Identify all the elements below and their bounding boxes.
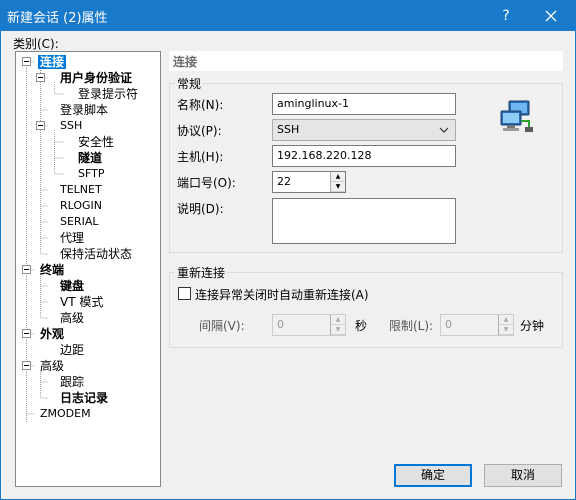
tree-item-sftp[interactable]: SFTP <box>78 167 104 181</box>
network-computers-icon <box>500 100 533 132</box>
tree-item-terminal[interactable]: 终端 <box>40 263 64 277</box>
collapse-toggle[interactable] <box>22 57 31 66</box>
general-group-title: 常规 <box>175 75 204 92</box>
cancel-button[interactable]: 取消 <box>484 464 562 487</box>
limit-input[interactable]: 0 ▲ ▼ <box>440 314 514 336</box>
window-title: 新建会话 (2)属性 <box>7 11 108 26</box>
protocol-label: 协议(P): <box>177 124 222 138</box>
tree-item-login-prompt[interactable]: 登录提示符 <box>78 87 138 101</box>
tree-item-margins[interactable]: 边距 <box>60 343 84 357</box>
properties-dialog: 新建会话 (2)属性 ? 类别(C): 连接 用户身份验证 登录提示符 登录脚本… <box>0 0 576 500</box>
tree-item-trace[interactable]: 跟踪 <box>60 375 84 389</box>
tree-item-keepalive[interactable]: 保持活动状态 <box>60 247 132 261</box>
auto-reconnect-label[interactable]: 连接异常关闭时自动重新连接(A) <box>195 286 369 303</box>
tree-item-keyboard[interactable]: 键盘 <box>60 279 84 293</box>
name-label: 名称(N): <box>177 98 224 112</box>
interval-label: 间隔(V): <box>199 319 245 333</box>
tree-item-ssh[interactable]: SSH <box>60 119 82 133</box>
host-input[interactable]: 192.168.220.128 <box>272 145 456 167</box>
help-button[interactable]: ? <box>489 4 523 28</box>
spin-up-icon[interactable]: ▲ <box>331 315 345 325</box>
interval-input[interactable]: 0 ▲ ▼ <box>272 314 346 336</box>
limit-label: 限制(L): <box>389 319 434 333</box>
description-textarea[interactable] <box>272 198 456 244</box>
collapse-toggle[interactable] <box>36 121 45 130</box>
host-label: 主机(H): <box>177 150 224 164</box>
interval-spinner[interactable]: ▲ ▼ <box>330 315 345 335</box>
tree-item-telnet[interactable]: TELNET <box>60 183 102 197</box>
port-label: 端口号(O): <box>177 176 236 190</box>
tree-item-security[interactable]: 安全性 <box>78 135 114 149</box>
title-bar: 新建会话 (2)属性 ? <box>1 1 575 31</box>
spin-up-icon[interactable]: ▲ <box>499 315 513 325</box>
tree-item-connection[interactable]: 连接 <box>38 55 67 69</box>
spin-down-icon[interactable]: ▼ <box>499 325 513 335</box>
tree-item-vt-mode[interactable]: VT 模式 <box>60 295 103 309</box>
description-label: 说明(D): <box>177 202 224 216</box>
protocol-value: SSH <box>277 123 300 136</box>
tree-item-serial[interactable]: SERIAL <box>60 215 98 229</box>
collapse-toggle[interactable] <box>36 73 45 82</box>
port-input[interactable]: 22 ▲ ▼ <box>272 171 346 193</box>
collapse-toggle[interactable] <box>22 329 31 338</box>
tree-item-rlogin[interactable]: RLOGIN <box>60 199 102 213</box>
tree-item-advanced[interactable]: 高级 <box>40 359 64 373</box>
tree-item-logging[interactable]: 日志记录 <box>60 391 108 405</box>
auto-reconnect-checkbox[interactable] <box>178 287 191 300</box>
spin-up-icon[interactable]: ▲ <box>331 172 345 182</box>
chevron-down-icon <box>439 127 449 133</box>
limit-value: 0 <box>445 318 452 331</box>
limit-spinner[interactable]: ▲ ▼ <box>498 315 513 335</box>
port-value: 22 <box>277 175 291 188</box>
category-tree[interactable]: 连接 用户身份验证 登录提示符 登录脚本 SSH 安全性 隧道 SFTP TEL… <box>15 51 161 487</box>
category-label: 类别(C): <box>13 37 59 51</box>
tree-item-login-script[interactable]: 登录脚本 <box>60 103 108 117</box>
tree-lines <box>26 61 64 423</box>
close-icon <box>545 10 557 22</box>
interval-value: 0 <box>277 318 284 331</box>
name-input[interactable]: aminglinux-1 <box>272 93 456 115</box>
tree-item-appearance[interactable]: 外观 <box>40 327 64 341</box>
tree-item-zmodem[interactable]: ZMODEM <box>40 407 91 421</box>
close-button[interactable] <box>531 4 571 28</box>
tree-item-tunnel[interactable]: 隧道 <box>78 151 102 165</box>
minutes-unit: 分钟 <box>520 319 545 333</box>
panel-title: 连接 <box>169 51 563 71</box>
tree-item-terminal-advanced[interactable]: 高级 <box>60 311 84 325</box>
seconds-unit: 秒 <box>355 319 368 333</box>
spin-down-icon[interactable]: ▼ <box>331 325 345 335</box>
spin-down-icon[interactable]: ▼ <box>331 182 345 192</box>
protocol-select[interactable]: SSH <box>272 119 456 141</box>
collapse-toggle[interactable] <box>22 265 31 274</box>
reconnect-group <box>169 272 563 348</box>
reconnect-group-title: 重新连接 <box>175 264 228 281</box>
collapse-toggle[interactable] <box>22 361 31 370</box>
tree-item-proxy[interactable]: 代理 <box>60 231 84 245</box>
port-spinner[interactable]: ▲ ▼ <box>330 172 345 192</box>
ok-button[interactable]: 确定 <box>394 464 472 487</box>
tree-item-user-auth[interactable]: 用户身份验证 <box>60 71 132 85</box>
